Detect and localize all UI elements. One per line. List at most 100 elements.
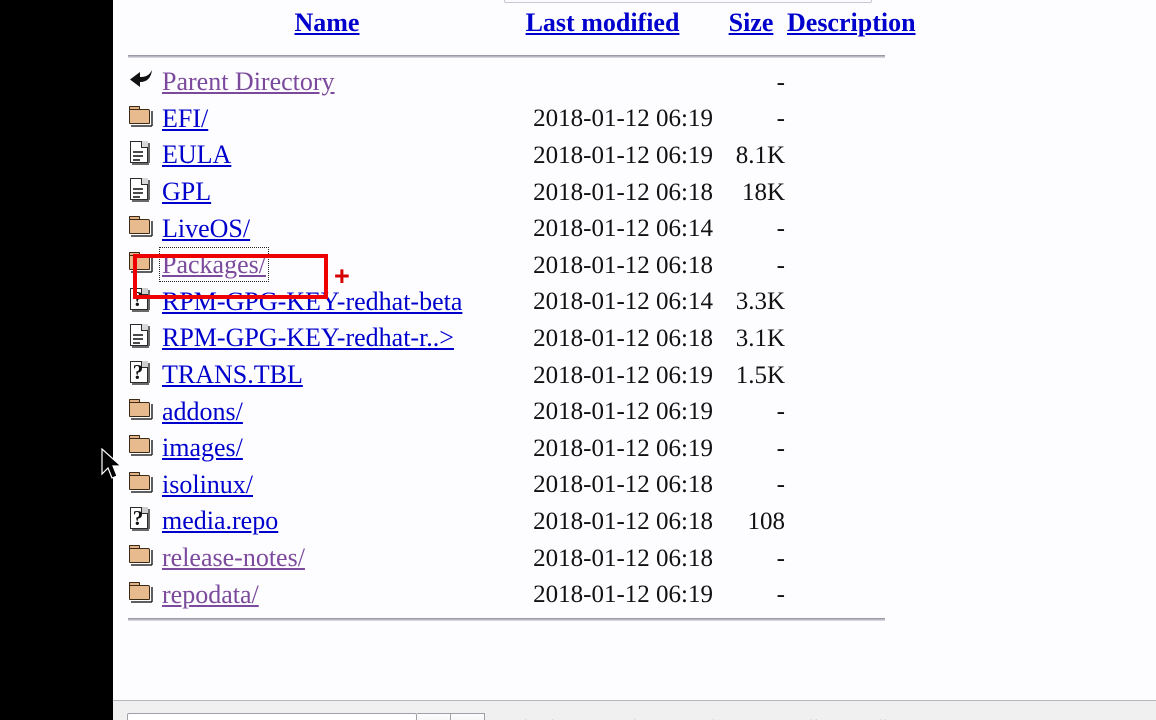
row-last-modified: 2018-01-12 06:19 bbox=[533, 361, 713, 389]
table-footer bbox=[128, 613, 935, 627]
document-icon bbox=[128, 177, 154, 203]
file-link[interactable]: EULA bbox=[162, 140, 231, 169]
footer-divider-row bbox=[128, 613, 935, 627]
table-row: LiveOS/2018-01-12 06:14 - bbox=[128, 210, 935, 247]
row-description bbox=[785, 576, 935, 613]
file-link[interactable]: Parent Directory bbox=[162, 67, 335, 96]
row-last-modified bbox=[492, 64, 717, 101]
header-divider-row bbox=[128, 50, 935, 64]
table-row: Parent Directory - bbox=[128, 64, 935, 101]
document-icon bbox=[128, 140, 154, 166]
file-link[interactable]: media.repo bbox=[162, 506, 278, 535]
row-name-cell: media.repo bbox=[162, 503, 492, 540]
row-description bbox=[785, 210, 935, 247]
sort-by-date-link[interactable]: Last modified bbox=[526, 8, 680, 37]
row-size: - bbox=[776, 581, 785, 609]
folder-icon bbox=[128, 250, 154, 275]
file-link[interactable]: TRANS.TBL bbox=[162, 360, 303, 389]
cut-off-toolbar-top bbox=[504, 0, 872, 3]
letterbox-left bbox=[0, 0, 113, 720]
row-icon-cell bbox=[128, 101, 162, 138]
find-next-button[interactable]: › bbox=[451, 712, 485, 720]
row-name-cell: images/ bbox=[162, 430, 492, 467]
row-description bbox=[785, 101, 935, 138]
mouse-cursor bbox=[100, 447, 126, 482]
horizontal-rule-top bbox=[128, 55, 885, 58]
row-size: - bbox=[776, 68, 785, 96]
file-link[interactable]: repodata/ bbox=[162, 580, 259, 609]
find-previous-button[interactable]: ‹ bbox=[417, 712, 451, 720]
file-link[interactable]: addons/ bbox=[162, 397, 243, 426]
row-last-modified: 2018-01-12 06:19 bbox=[533, 434, 713, 462]
find-input[interactable] bbox=[127, 712, 417, 720]
browser-page-content: Name Last modified Size Description Pare… bbox=[113, 0, 1156, 720]
row-description bbox=[785, 430, 935, 467]
row-name-cell: LiveOS/ bbox=[162, 210, 492, 247]
row-last-modified: 2018-01-12 06:19 bbox=[533, 581, 713, 609]
sort-by-size-link[interactable]: Size bbox=[729, 8, 774, 37]
row-last-modified: 2018-01-12 06:18 bbox=[533, 251, 713, 279]
row-icon-cell bbox=[128, 576, 162, 613]
file-link[interactable]: release-notes/ bbox=[162, 543, 305, 572]
table-row: EULA 2018-01-12 06:19 8.1K bbox=[128, 137, 935, 174]
header-last-modified[interactable]: Last modified bbox=[492, 6, 717, 50]
table-row: addons/2018-01-12 06:19 - bbox=[128, 393, 935, 430]
row-icon-cell bbox=[128, 467, 162, 504]
row-description bbox=[785, 393, 935, 430]
header-name[interactable]: Name bbox=[162, 6, 492, 50]
file-link[interactable]: GPL bbox=[162, 177, 211, 206]
row-description bbox=[785, 467, 935, 504]
row-icon-cell bbox=[128, 137, 162, 174]
file-link[interactable]: Packages/ bbox=[159, 247, 269, 283]
row-last-modified: 2018-01-12 06:19 bbox=[533, 105, 713, 133]
find-match-index: 第1项 bbox=[808, 717, 844, 720]
row-last-modified: 2018-01-12 06:14 bbox=[533, 215, 713, 243]
annotation-plus-marker: + bbox=[334, 261, 350, 291]
folder-icon bbox=[128, 397, 154, 422]
row-icon-cell bbox=[128, 393, 162, 430]
sort-by-description-link[interactable]: Description bbox=[787, 8, 916, 37]
row-size: - bbox=[776, 105, 785, 133]
table-header-row: Name Last modified Size Description bbox=[128, 6, 935, 50]
row-description bbox=[785, 247, 935, 284]
row-size: 1.5K bbox=[735, 361, 785, 389]
row-size: - bbox=[776, 251, 785, 279]
file-link[interactable]: LiveOS/ bbox=[162, 214, 250, 243]
folder-icon bbox=[128, 470, 154, 495]
unknown-file-icon: ? bbox=[128, 360, 154, 386]
file-link[interactable]: RPM-GPG-KEY-redhat-beta bbox=[162, 287, 462, 316]
row-size: 108 bbox=[747, 507, 786, 535]
table-row: ? TRANS.TBL 2018-01-12 06:19 1.5K bbox=[128, 357, 935, 394]
directory-listing: Name Last modified Size Description Pare… bbox=[128, 6, 1138, 627]
row-size: - bbox=[776, 471, 785, 499]
file-link[interactable]: EFI/ bbox=[162, 104, 208, 133]
row-description bbox=[785, 64, 935, 101]
row-icon-cell bbox=[128, 64, 162, 101]
find-option-highlight-all[interactable]: 高亮所有(A) bbox=[505, 717, 580, 720]
file-link[interactable]: RPM-GPG-KEY-redhat-r..> bbox=[162, 323, 454, 352]
find-toolbar: ‹ › 高亮所有(A) 区分大小写(C) 整词匹配(W) 第1项 共找到 bbox=[113, 700, 1156, 720]
file-link[interactable]: images/ bbox=[162, 433, 243, 462]
footer-divider-cell bbox=[128, 613, 935, 627]
table-row: Packages/2018-01-12 06:18 - bbox=[128, 247, 935, 284]
folder-icon bbox=[128, 433, 154, 458]
row-icon-cell bbox=[128, 430, 162, 467]
header-divider-cell bbox=[128, 50, 935, 64]
table-body: Parent Directory - EFI/2018-01-12 06:19 - EU… bbox=[128, 64, 935, 613]
table-row: ? RPM-GPG-KEY-redhat-beta 2018-01-12 06:14… bbox=[128, 284, 935, 321]
row-size: 3.3K bbox=[735, 288, 785, 316]
row-name-cell: Packages/ bbox=[159, 247, 492, 284]
file-link[interactable]: isolinux/ bbox=[162, 470, 253, 499]
header-description[interactable]: Description bbox=[785, 6, 935, 50]
header-size[interactable]: Size bbox=[717, 6, 785, 50]
find-option-whole-words[interactable]: 整词匹配(W) bbox=[709, 717, 788, 720]
row-name-cell: TRANS.TBL bbox=[162, 357, 492, 394]
row-name-cell: RPM-GPG-KEY-redhat-r..> bbox=[162, 320, 492, 357]
table-row: EFI/2018-01-12 06:19 - bbox=[128, 101, 935, 138]
row-last-modified: 2018-01-12 06:18 bbox=[533, 324, 713, 352]
sort-by-name-link[interactable]: Name bbox=[295, 8, 360, 37]
table-row: ? media.repo 2018-01-12 06:18 108 bbox=[128, 503, 935, 540]
horizontal-rule-bottom bbox=[128, 617, 885, 621]
find-option-match-case[interactable]: 区分大小写(C) bbox=[600, 717, 689, 720]
unknown-file-icon: ? bbox=[128, 506, 154, 532]
